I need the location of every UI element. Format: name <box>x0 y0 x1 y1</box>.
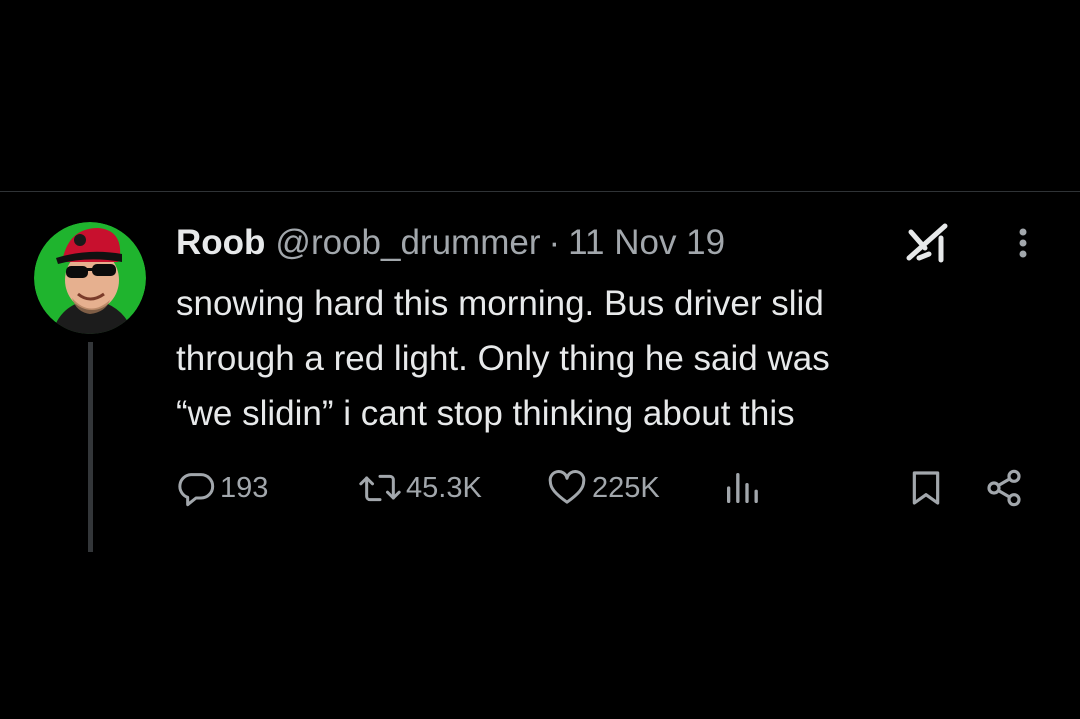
retweet-button[interactable]: 45.3K <box>358 468 482 508</box>
like-icon <box>546 468 588 508</box>
tweet-text: snowing hard this morning. Bus driver sl… <box>176 284 830 433</box>
tweet-date[interactable]: 11 Nov 19 <box>568 223 725 263</box>
views-icon <box>722 468 762 508</box>
tweet-header: Roob @roob_drummer · 11 Nov 19 <box>176 222 725 264</box>
views-button[interactable] <box>722 468 766 508</box>
retweet-count: 45.3K <box>406 471 482 504</box>
display-name[interactable]: Roob <box>176 223 265 263</box>
separator-dot: · <box>548 223 561 262</box>
grok-icon[interactable] <box>905 222 953 264</box>
thread-line <box>88 342 93 552</box>
share-icon <box>984 468 1024 508</box>
avatar[interactable] <box>34 222 146 334</box>
reply-icon <box>176 468 216 508</box>
handle[interactable]: @roob_drummer <box>275 223 540 263</box>
bookmark-button[interactable] <box>906 468 946 508</box>
reply-button[interactable]: 193 <box>176 468 268 508</box>
more-icon[interactable] <box>1008 222 1038 264</box>
page: Roob @roob_drummer · 11 Nov 19 snowing h… <box>0 0 1080 719</box>
reply-count: 193 <box>220 471 269 504</box>
like-button[interactable]: 225K <box>546 468 660 508</box>
tweet[interactable]: Roob @roob_drummer · 11 Nov 19 snowing h… <box>0 192 1080 719</box>
share-button[interactable] <box>984 468 1024 508</box>
action-bar: 193 45.3K 225K <box>176 468 1036 508</box>
bookmark-icon <box>906 468 946 508</box>
retweet-icon <box>358 468 402 508</box>
avatar-photo <box>34 222 146 334</box>
like-count: 225K <box>592 471 660 504</box>
